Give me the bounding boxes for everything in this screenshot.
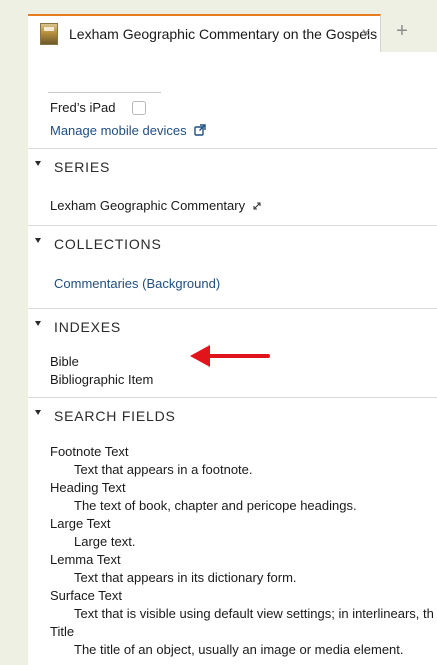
field-name: Heading Text	[50, 480, 126, 495]
field-description: The title of an object, usually an image…	[74, 642, 404, 657]
series-value: Lexham Geographic Commentary	[50, 198, 262, 213]
index-item: Bibliographic Item	[50, 372, 154, 387]
clipped-device-row	[48, 92, 161, 93]
device-name: Fred’s iPad	[50, 100, 116, 115]
field-description: Text that is visible using default view …	[74, 606, 434, 621]
index-item: Bible	[50, 354, 79, 369]
tab-title: Lexham Geographic Commentary on the Gosp…	[69, 26, 378, 42]
series-section: SERIES Lexham Geographic Commentary	[28, 148, 437, 225]
indexes-heading: INDEXES	[54, 319, 122, 335]
series-header[interactable]: SERIES	[28, 149, 437, 185]
add-tab-icon[interactable]: +	[390, 20, 414, 43]
field-description: Large text.	[74, 534, 136, 549]
red-annotation-arrow	[190, 345, 270, 367]
field-description: Text that appears in a footnote.	[74, 462, 253, 477]
device-checkbox[interactable]	[132, 101, 146, 115]
manage-devices-link[interactable]: Manage mobile devices	[50, 123, 206, 138]
collapse-caret-icon	[35, 238, 41, 243]
collapse-caret-icon	[35, 161, 41, 166]
manage-devices-label: Manage mobile devices	[50, 123, 187, 138]
book-cover-icon	[40, 23, 58, 45]
collections-heading: COLLECTIONS	[54, 236, 162, 252]
search-fields-section: SEARCH FIELDS Footnote Text Text that ap…	[28, 397, 437, 665]
search-fields-header[interactable]: SEARCH FIELDS	[28, 398, 437, 434]
indexes-header[interactable]: INDEXES	[28, 309, 437, 345]
tab-lexham-commentary[interactable]: Lexham Geographic Commentary on the Gosp…	[28, 14, 381, 52]
field-name: Large Text	[50, 516, 111, 531]
field-name: Surface Text	[50, 588, 123, 603]
expand-arrows-icon[interactable]	[252, 201, 262, 211]
external-link-icon	[194, 124, 206, 136]
series-heading: SERIES	[54, 159, 111, 175]
field-name: Footnote Text	[50, 444, 129, 459]
close-icon[interactable]: ×	[358, 25, 374, 43]
collections-section: COLLECTIONS Commentaries (Background)	[28, 225, 437, 308]
field-description: Text that appears in its dictionary form…	[74, 570, 297, 585]
tab-strip: Lexham Geographic Commentary on the Gosp…	[28, 14, 437, 52]
left-gutter	[0, 0, 28, 665]
collapse-caret-icon	[35, 410, 41, 415]
collection-link[interactable]: Commentaries (Background)	[54, 276, 220, 291]
field-description: The text of book, chapter and pericope h…	[74, 498, 357, 513]
search-fields-heading: SEARCH FIELDS	[54, 408, 176, 424]
collapse-caret-icon	[35, 321, 41, 326]
field-name: Title	[50, 624, 75, 639]
field-name: Lemma Text	[50, 552, 121, 567]
collections-header[interactable]: COLLECTIONS	[28, 226, 437, 262]
series-name: Lexham Geographic Commentary	[50, 198, 246, 213]
